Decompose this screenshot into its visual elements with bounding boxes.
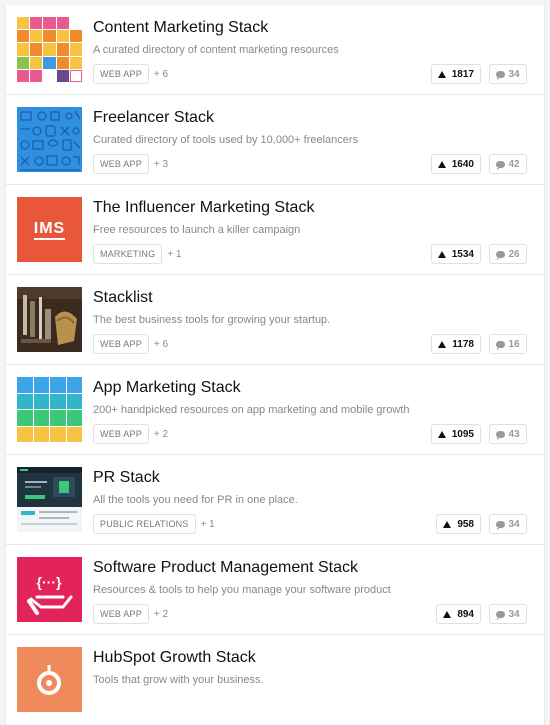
upvote-button[interactable]: 1095 — [430, 424, 481, 444]
comment-icon — [496, 340, 506, 350]
category-tag[interactable]: WEB APP — [93, 424, 149, 444]
list-item[interactable]: Stacklist The best business tools for gr… — [6, 275, 544, 365]
ims-logo-thumbnail[interactable]: IMS — [17, 197, 82, 262]
comments-button[interactable]: 43 — [489, 424, 527, 444]
list-item[interactable]: HubSpot Growth Stack Tools that grow wit… — [6, 635, 544, 725]
more-tags-count: + 1 — [167, 248, 182, 260]
list-item[interactable]: Content Marketing Stack A curated direct… — [6, 5, 544, 95]
svg-text:{···}: {···} — [37, 574, 62, 590]
list-item[interactable]: {···} Software Product Management Stack … — [6, 545, 544, 635]
comment-count: 34 — [508, 518, 520, 530]
item-title[interactable]: HubSpot Growth Stack — [93, 649, 256, 667]
comment-icon — [496, 610, 506, 620]
comment-count: 43 — [508, 428, 520, 440]
item-tagline: 200+ handpicked resources on app marketi… — [93, 404, 410, 416]
app-marketing-thumbnail[interactable] — [17, 377, 82, 442]
vote-count: 894 — [457, 608, 474, 620]
upvote-button[interactable]: 1534 — [430, 244, 481, 264]
list-item[interactable]: IMS The Influencer Marketing Stack Free … — [6, 185, 544, 275]
item-tagline: The best business tools for growing your… — [93, 314, 331, 326]
list-item[interactable]: App Marketing Stack 200+ handpicked reso… — [6, 365, 544, 455]
comment-icon — [496, 70, 506, 80]
category-tag[interactable]: WEB APP — [93, 154, 149, 174]
category-tag[interactable]: WEB APP — [93, 334, 149, 354]
more-tags-count: + 1 — [200, 518, 215, 530]
upvote-icon — [443, 610, 452, 618]
pr-stack-thumbnail[interactable] — [17, 467, 82, 532]
item-title[interactable]: PR Stack — [93, 469, 160, 487]
vote-count: 1095 — [451, 428, 474, 440]
upvote-button[interactable]: 958 — [436, 514, 481, 534]
item-tagline: Free resources to launch a killer campai… — [93, 224, 301, 236]
more-tags-count: + 3 — [153, 158, 169, 170]
more-tags-count: + 6 — [153, 338, 169, 350]
comments-button[interactable]: 34 — [489, 514, 527, 534]
hubspot-thumbnail[interactable] — [17, 647, 82, 712]
comment-count: 34 — [508, 608, 520, 620]
more-tags-count: + 6 — [153, 68, 169, 80]
more-tags-count: + 2 — [153, 608, 169, 620]
content-marketing-thumbnail[interactable] — [17, 17, 82, 82]
comments-button[interactable]: 26 — [489, 244, 527, 264]
upvote-icon — [437, 430, 446, 438]
comment-count: 26 — [508, 248, 520, 260]
upvote-button[interactable]: 894 — [436, 604, 481, 624]
item-title[interactable]: Content Marketing Stack — [93, 19, 268, 37]
vote-count: 1534 — [451, 248, 474, 260]
comment-count: 42 — [508, 158, 520, 170]
list-item[interactable]: PR Stack All the tools you need for PR i… — [6, 455, 544, 545]
upvote-button[interactable]: 1640 — [430, 154, 481, 174]
item-title[interactable]: Freelancer Stack — [93, 109, 214, 127]
item-title[interactable]: Stacklist — [93, 289, 153, 307]
comment-icon — [496, 250, 506, 260]
upvote-icon — [437, 250, 446, 258]
list-item[interactable]: Freelancer Stack Curated directory of to… — [6, 95, 544, 185]
vote-count: 958 — [457, 518, 474, 530]
item-tagline: All the tools you need for PR in one pla… — [93, 494, 298, 506]
vote-count: 1640 — [451, 158, 474, 170]
item-tagline: Resources & tools to help you manage you… — [93, 584, 391, 596]
vote-count: 1817 — [451, 68, 474, 80]
item-tagline: Curated directory of tools used by 10,00… — [93, 134, 359, 146]
upvote-button[interactable]: 1817 — [430, 64, 481, 84]
comment-icon — [496, 520, 506, 530]
software-pm-thumbnail[interactable]: {···} — [17, 557, 82, 622]
item-title[interactable]: Software Product Management Stack — [93, 559, 358, 577]
upvote-icon — [437, 70, 446, 78]
product-list: Content Marketing Stack A curated direct… — [5, 5, 545, 725]
upvote-icon — [438, 340, 447, 348]
more-tags-count: + 2 — [153, 428, 169, 440]
upvote-icon — [443, 520, 452, 528]
item-tagline: A curated directory of content marketing… — [93, 44, 339, 56]
tools-photo-thumbnail[interactable] — [17, 287, 82, 352]
category-tag[interactable]: PUBLIC RELATIONS — [93, 514, 196, 534]
comments-button[interactable]: 34 — [489, 64, 527, 84]
category-tag[interactable]: WEB APP — [93, 604, 149, 624]
upvote-icon — [437, 160, 446, 168]
comments-button[interactable]: 34 — [489, 604, 527, 624]
comment-icon — [496, 430, 506, 440]
category-tag[interactable]: MARKETING — [93, 244, 163, 264]
item-tagline: Tools that grow with your business. — [93, 674, 264, 686]
category-tag[interactable]: WEB APP — [93, 64, 149, 84]
comment-icon — [496, 160, 506, 170]
comment-count: 16 — [508, 338, 520, 350]
freelancer-thumbnail[interactable] — [17, 107, 82, 172]
item-title[interactable]: The Influencer Marketing Stack — [93, 199, 314, 217]
comment-count: 34 — [508, 68, 520, 80]
vote-count: 1178 — [452, 338, 474, 350]
ims-logo-text: IMS — [33, 220, 66, 240]
item-title[interactable]: App Marketing Stack — [93, 379, 241, 397]
comments-button[interactable]: 16 — [489, 334, 527, 354]
upvote-button[interactable]: 1178 — [431, 334, 481, 354]
comments-button[interactable]: 42 — [489, 154, 527, 174]
